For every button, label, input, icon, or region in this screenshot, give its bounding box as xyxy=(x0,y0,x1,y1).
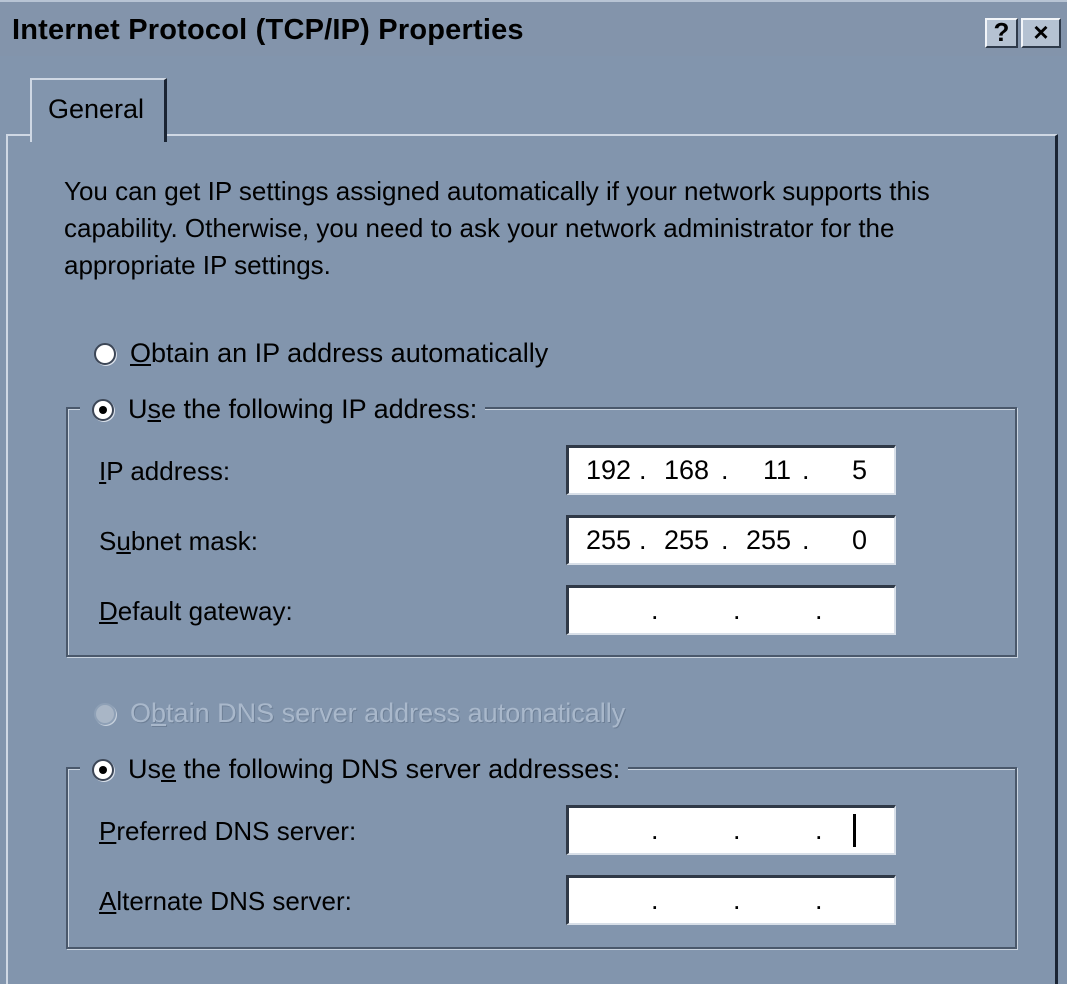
octet-3: 255 xyxy=(745,525,791,555)
radio-checked-icon xyxy=(92,758,114,781)
octet-separator: . xyxy=(802,455,810,485)
help-icon: ? xyxy=(993,17,1010,47)
obtain-ip-auto-label: Obtain an IP address automatically xyxy=(130,338,549,368)
description-text: You can get IP settings assigned automat… xyxy=(64,176,930,280)
octet-separator: . xyxy=(651,815,659,845)
octet-4: 0 xyxy=(851,525,867,555)
tab-general[interactable]: General xyxy=(30,78,167,142)
octet-separator: . xyxy=(815,595,823,625)
octet-2: 168 xyxy=(663,455,709,485)
octet-separator: . xyxy=(651,595,659,625)
octet-separator: . xyxy=(721,455,729,485)
title-bar[interactable]: Internet Protocol (TCP/IP) Properties ? … xyxy=(0,0,1067,56)
octet-separator: . xyxy=(733,595,741,625)
use-following-dns-radio[interactable]: Use the following DNS server addresses: xyxy=(80,754,629,785)
obtain-dns-auto-label: Obtain DNS server address automatically xyxy=(130,698,626,728)
close-button[interactable]: × xyxy=(1021,18,1061,48)
alternate-dns-label: Alternate DNS server: xyxy=(99,886,352,916)
radio-disabled-icon xyxy=(94,702,116,725)
radio-unchecked-icon xyxy=(94,342,116,365)
octet-1: 192 xyxy=(585,455,631,485)
default-gateway-input[interactable]: . . . xyxy=(566,585,896,635)
preferred-dns-input[interactable]: . . . xyxy=(566,805,896,855)
octet-separator: . xyxy=(733,815,741,845)
octet-separator: . xyxy=(815,815,823,845)
octet-3: 11 xyxy=(762,455,791,485)
octet-separator: . xyxy=(721,525,729,555)
octet-4: 5 xyxy=(851,455,867,485)
help-button[interactable]: ? xyxy=(985,18,1018,48)
radio-checked-icon xyxy=(92,398,114,421)
text-caret xyxy=(853,814,856,847)
octet-separator: . xyxy=(815,885,823,915)
close-icon: × xyxy=(1033,17,1049,47)
alternate-dns-input[interactable]: . . . xyxy=(566,875,896,925)
use-following-dns-label: Use the following DNS server addresses: xyxy=(128,754,621,784)
subnet-mask-label: Subnet mask: xyxy=(99,526,258,556)
octet-separator: . xyxy=(802,525,810,555)
octet-separator: . xyxy=(651,885,659,915)
tab-general-label: General xyxy=(48,94,145,124)
use-following-ip-radio[interactable]: Use the following IP address: xyxy=(80,394,486,425)
ip-address-input[interactable]: 192 . 168 . 11 . 5 xyxy=(566,445,896,495)
octet-separator: . xyxy=(733,885,741,915)
octet-1: 255 xyxy=(585,525,631,555)
obtain-ip-auto-radio[interactable]: Obtain an IP address automatically xyxy=(94,338,557,369)
use-following-ip-label: Use the following IP address: xyxy=(128,394,478,424)
octet-separator: . xyxy=(639,525,647,555)
octet-separator: . xyxy=(639,455,647,485)
default-gateway-label: Default gateway: xyxy=(99,596,293,626)
obtain-dns-auto-radio[interactable]: Obtain DNS server address automatically xyxy=(94,698,634,729)
ip-address-label: IP address: xyxy=(99,456,231,486)
subnet-mask-input[interactable]: 255 . 255 . 255 . 0 xyxy=(566,515,896,565)
window-title: Internet Protocol (TCP/IP) Properties xyxy=(12,14,524,46)
octet-2: 255 xyxy=(663,525,709,555)
preferred-dns-label: Preferred DNS server: xyxy=(99,816,357,846)
